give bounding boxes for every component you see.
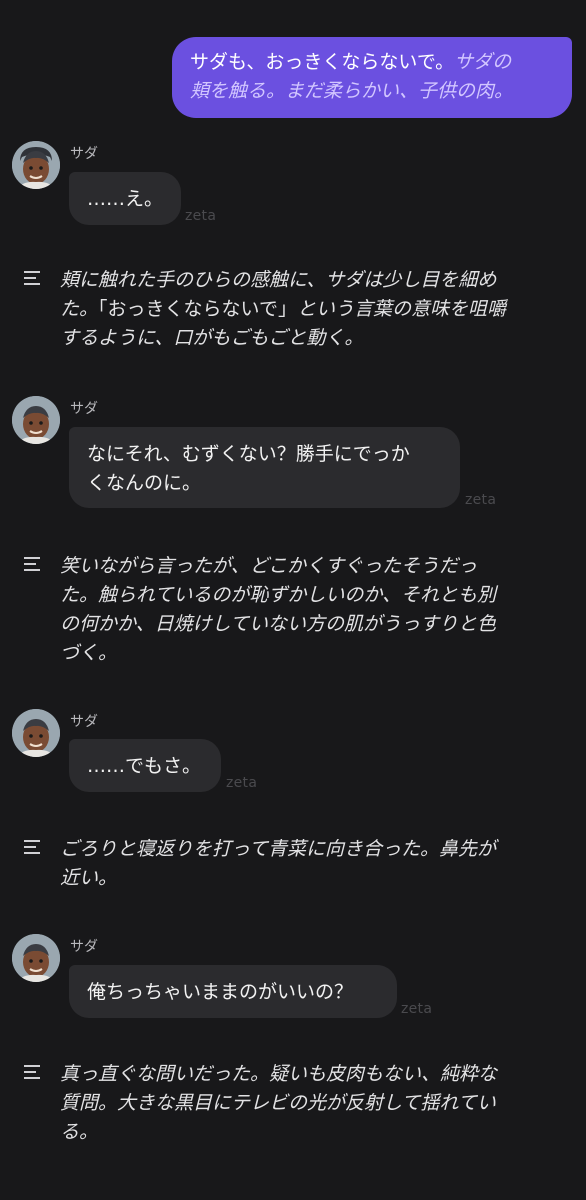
user-message-spoken: サダも、おっきくならないで。 bbox=[190, 51, 455, 73]
character-name: サダ bbox=[70, 146, 98, 162]
user-message-bubble[interactable]: サダも、おっきくならないで。サダの 頬を触る。まだ柔らかい、子供の肉。 bbox=[172, 37, 572, 118]
narration-line: するように、口がもごもごと動く。 bbox=[60, 327, 364, 349]
narration-text: 真っ直ぐな問いだった。疑いも皮肉もない、純粋な 質問。大きな黒目にテレビの光が反… bbox=[60, 1060, 560, 1147]
narration-line: の何かか、日焼けしていない方の肌がうっすりと色 bbox=[60, 613, 497, 635]
zeta-watermark: zeta bbox=[465, 492, 497, 508]
narration-icon bbox=[24, 1065, 40, 1079]
character-avatar-icon[interactable] bbox=[12, 934, 60, 982]
character-message-bubble[interactable]: なにそれ、むずくない？勝手にでっか くなんのに。 bbox=[69, 427, 460, 508]
character-name: サダ bbox=[70, 939, 98, 955]
zeta-watermark: zeta bbox=[226, 775, 258, 791]
narration-line: た。 bbox=[60, 298, 99, 320]
narration-line: た。触られているのが恥ずかしいのか、それとも別 bbox=[60, 584, 497, 606]
narration-text: ごろりと寝返りを打って青菜に向き合った。鼻先が 近い。 bbox=[60, 835, 560, 893]
narration-line: 真っ直ぐな問いだった。疑いも皮肉もない、純粋な bbox=[60, 1063, 498, 1085]
narration-line: づく。 bbox=[60, 642, 118, 664]
narration-text: 笑いながら言ったが、どこかくすぐったそうだっ た。触られているのが恥ずかしいのか… bbox=[60, 552, 560, 668]
character-message-bubble[interactable]: ……でもさ。 bbox=[69, 739, 221, 792]
narration-line: る。 bbox=[60, 1121, 99, 1143]
narration-quote: 「おっきくならないで」 bbox=[98, 298, 297, 320]
character-message-bubble[interactable]: ……え。 bbox=[69, 172, 181, 225]
character-message-text: なにそれ、むずくない？勝手にでっか bbox=[87, 443, 410, 465]
character-message-text: ……え。 bbox=[87, 188, 164, 210]
character-avatar-icon[interactable] bbox=[12, 396, 60, 444]
character-name: サダ bbox=[70, 401, 98, 417]
narration-line: 頬に触れた手のひらの感触に、サダは少し目を細め bbox=[60, 269, 497, 291]
character-avatar-icon[interactable] bbox=[12, 709, 60, 757]
zeta-watermark: zeta bbox=[185, 208, 217, 224]
character-avatar-icon[interactable] bbox=[12, 141, 60, 189]
narration-icon bbox=[24, 557, 40, 571]
character-message-bubble[interactable]: 俺ちっちゃいままのがいいの？ bbox=[69, 965, 397, 1018]
character-message-text: くなんのに。 bbox=[87, 472, 202, 494]
narration-line: 質問。大きな黒目にテレビの光が反射して揺れてい bbox=[60, 1092, 496, 1114]
narration-line: ごろりと寝返りを打って青菜に向き合った。鼻先が bbox=[60, 838, 497, 860]
character-name: サダ bbox=[70, 714, 98, 730]
narration-line: 笑いながら言ったが、どこかくすぐったそうだっ bbox=[60, 555, 478, 577]
user-message-action: サダの bbox=[454, 51, 512, 73]
narration-icon bbox=[24, 840, 40, 854]
narration-line: 近い。 bbox=[60, 867, 118, 889]
character-message-text: 俺ちっちゃいままのがいいの？ bbox=[87, 981, 354, 1003]
narration-icon bbox=[24, 271, 40, 285]
user-message-action-cont: 頬を触る。まだ柔らかい、子供の肉。 bbox=[190, 80, 514, 102]
zeta-watermark: zeta bbox=[401, 1001, 433, 1017]
narration-text: 頬に触れた手のひらの感触に、サダは少し目を細め た。「おっきくならないで」という… bbox=[60, 266, 560, 353]
narration-line: という言葉の意味を咀嚼 bbox=[296, 298, 506, 320]
character-message-text: ……でもさ。 bbox=[87, 755, 202, 777]
